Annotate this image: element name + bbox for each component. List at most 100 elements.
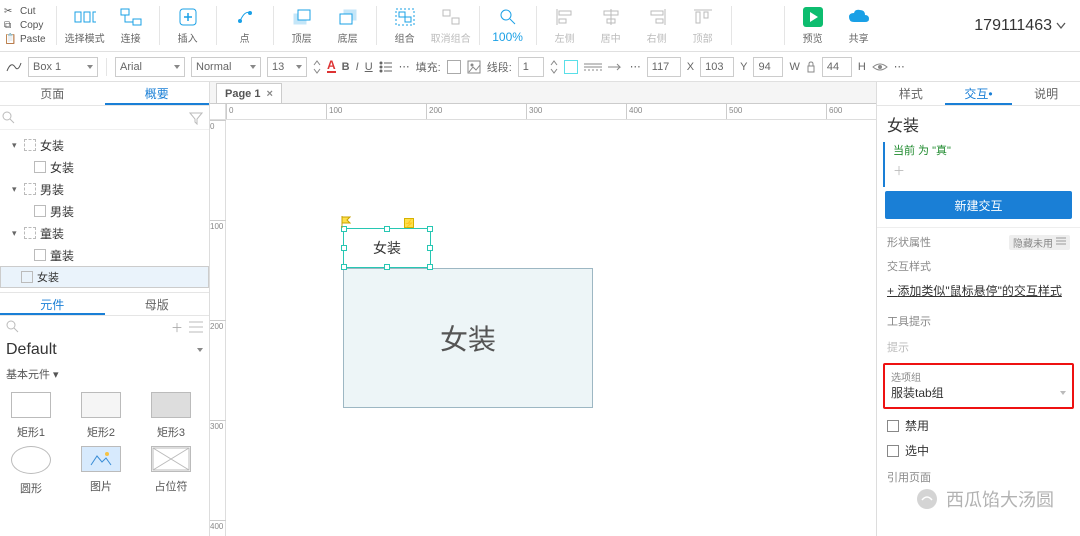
stroke-size-stepper[interactable] xyxy=(550,59,558,75)
shape-circle[interactable]: 圆形 xyxy=(6,446,56,496)
project-id: 179111463 xyxy=(974,17,1052,35)
shape-placeholder[interactable]: 占位符 xyxy=(146,446,196,496)
x-input[interactable]: 117 xyxy=(647,57,681,77)
font-size-stepper[interactable] xyxy=(313,59,321,75)
font-select[interactable]: Arial xyxy=(115,57,185,77)
hide-unused-button[interactable]: 隐藏未用 xyxy=(1009,235,1070,250)
font-weight-select[interactable]: Normal xyxy=(191,57,261,77)
option-group-select[interactable]: 选项组 服装tab组 xyxy=(883,363,1074,409)
fill-swatch[interactable] xyxy=(447,60,461,74)
tab-style[interactable]: 样式 xyxy=(877,82,945,105)
outline-label: 童装 xyxy=(40,225,64,242)
align-top-button[interactable]: 顶部 xyxy=(681,0,725,51)
y-input[interactable]: 103 xyxy=(700,57,734,77)
library-select[interactable]: Default xyxy=(0,338,209,362)
preview-button[interactable]: 预览 xyxy=(791,0,835,51)
insert-button[interactable]: 插入 xyxy=(166,0,210,51)
italic-icon[interactable]: I xyxy=(356,61,359,73)
outline-item[interactable]: 女装 xyxy=(0,156,209,178)
font-size-select[interactable]: 13 xyxy=(267,57,307,77)
new-interaction-button[interactable]: 新建交互 xyxy=(885,191,1072,219)
outline-item[interactable]: 童装 xyxy=(0,244,209,266)
widget-name-select[interactable]: Box 1 xyxy=(28,57,98,77)
tab-notes[interactable]: 说明 xyxy=(1012,82,1080,105)
canvas[interactable]: 女装 女装 ⚡ xyxy=(226,120,876,536)
checkbox-selected[interactable]: 选中 xyxy=(877,438,1080,463)
widget-name-value: Box 1 xyxy=(33,61,61,73)
tab-widgets[interactable]: 元件 xyxy=(0,293,105,315)
stroke-swatch[interactable] xyxy=(564,60,578,74)
canvas-selected-shape[interactable]: 女装 xyxy=(343,228,431,268)
more-geom-icon[interactable]: ⋯ xyxy=(894,60,905,73)
add-action-button[interactable]: ＋ xyxy=(883,158,1080,187)
add-lib-icon[interactable]: ＋ xyxy=(171,319,183,336)
close-icon[interactable]: × xyxy=(266,84,272,104)
tab-interactions[interactable]: 交互• xyxy=(945,82,1013,105)
share-button[interactable]: 共享 xyxy=(837,0,881,51)
condition-row[interactable]: 当前 为 "真" xyxy=(883,142,1080,158)
lib-menu-icon[interactable] xyxy=(189,321,203,333)
outline-item[interactable]: 男装 xyxy=(0,200,209,222)
add-hover-style-link[interactable]: 添加类似"鼠标悬停"的交互样式 xyxy=(877,280,1080,307)
bring-front-button[interactable]: 顶层 xyxy=(280,0,324,51)
shape-label: 矩形3 xyxy=(157,424,185,440)
checkbox-disabled[interactable]: 禁用 xyxy=(877,413,1080,438)
paste-button[interactable]: 📋 Paste xyxy=(4,34,46,46)
bullets-icon[interactable] xyxy=(379,61,393,73)
chevron-down-icon xyxy=(1056,22,1066,30)
project-menu[interactable]: 179111463 xyxy=(974,0,1076,51)
shape-rect3[interactable]: 矩形3 xyxy=(146,392,196,440)
shape-image[interactable]: 图片 xyxy=(76,446,126,496)
send-back-button[interactable]: 底层 xyxy=(326,0,370,51)
zoom-control[interactable]: 100% xyxy=(486,0,530,51)
shape-label: 矩形2 xyxy=(87,424,115,440)
shape-rect1[interactable]: 矩形1 xyxy=(6,392,56,440)
align-left-label: 左侧 xyxy=(555,30,575,45)
h-input[interactable]: 44 xyxy=(822,57,852,77)
path-icon[interactable] xyxy=(6,60,22,74)
outline-group[interactable]: ▾女装 xyxy=(0,134,209,156)
lock-aspect-icon[interactable] xyxy=(806,60,816,74)
filter-icon[interactable] xyxy=(189,111,203,125)
tooltip-input[interactable]: 提示 xyxy=(877,335,1080,359)
tab-pages[interactable]: 页面 xyxy=(0,82,105,105)
select-mode-button[interactable]: 选择模式 xyxy=(63,0,107,51)
canvas-big-rect[interactable]: 女装 xyxy=(343,268,593,408)
point-button[interactable]: 点 xyxy=(223,0,267,51)
align-center-button[interactable]: 居中 xyxy=(589,0,633,51)
more-text-icon[interactable]: ⋯ xyxy=(399,60,410,73)
copy-button[interactable]: ⧉ Copy xyxy=(4,20,46,32)
align-left-button[interactable]: 左侧 xyxy=(543,0,587,51)
shape-rect2[interactable]: 矩形2 xyxy=(76,392,126,440)
fill-image-icon[interactable] xyxy=(467,60,481,74)
cb-disabled-label: 禁用 xyxy=(905,417,929,434)
more-stroke-icon[interactable]: ⋯ xyxy=(630,60,641,73)
connect-button[interactable]: 连接 xyxy=(109,0,153,51)
visibility-icon[interactable] xyxy=(872,61,888,73)
w-input[interactable]: 94 xyxy=(753,57,783,77)
stroke-width-select[interactable]: 1 xyxy=(518,57,544,77)
library-category[interactable]: 基本元件 ▾ xyxy=(0,362,209,386)
text-color-icon[interactable]: A xyxy=(327,60,336,73)
align-right-button[interactable]: 右侧 xyxy=(635,0,679,51)
hide-unused-label: 隐藏未用 xyxy=(1013,235,1053,250)
arrow-style-icon[interactable] xyxy=(608,62,624,72)
x-value: 117 xyxy=(652,61,670,73)
ungroup-button[interactable]: 取消组合 xyxy=(429,0,473,51)
tab-masters[interactable]: 母版 xyxy=(105,293,210,315)
ungroup-icon xyxy=(440,7,462,27)
page-tab[interactable]: Page 1 × xyxy=(216,83,282,103)
underline-icon[interactable]: U xyxy=(365,61,373,73)
connect-label: 连接 xyxy=(121,30,141,45)
search-icon[interactable] xyxy=(6,320,20,334)
bold-icon[interactable]: B xyxy=(342,61,350,73)
outline-group[interactable]: ▾男装 xyxy=(0,178,209,200)
outline-item-current[interactable]: 女装 xyxy=(0,266,209,288)
tab-outline[interactable]: 概要 xyxy=(105,82,210,105)
search-icon[interactable] xyxy=(2,111,16,125)
stroke-style-icon[interactable] xyxy=(584,62,602,72)
group-button[interactable]: 组合 xyxy=(383,0,427,51)
cut-button[interactable]: ✂︎ Cut xyxy=(4,6,46,18)
zoom-icon xyxy=(497,7,519,27)
outline-group[interactable]: ▾童装 xyxy=(0,222,209,244)
